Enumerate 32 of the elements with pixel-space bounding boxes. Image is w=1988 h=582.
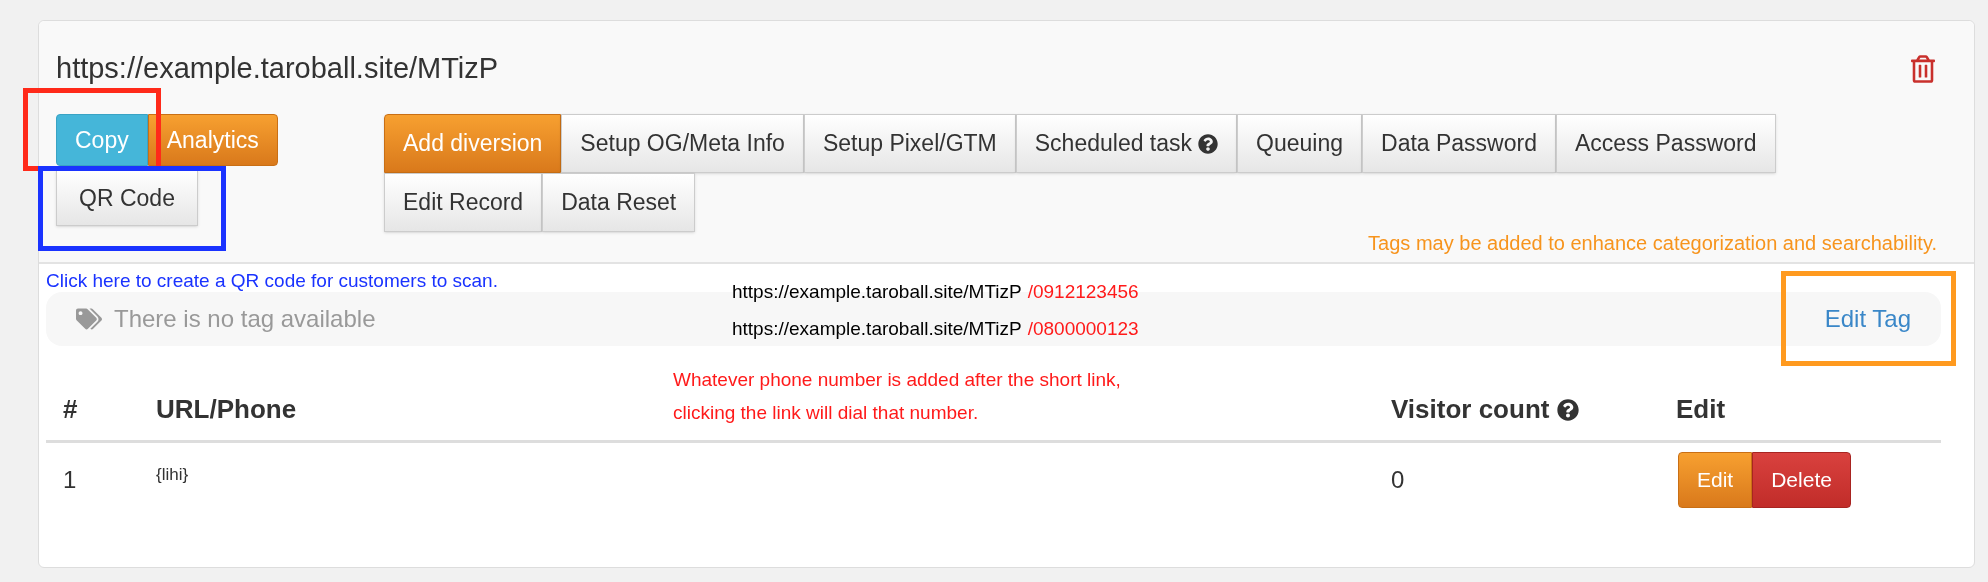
tags-icon: [76, 308, 102, 330]
tool-button[interactable]: Queuing: [1237, 114, 1362, 173]
example-url: https://example.taroball.site/MTizP: [732, 280, 1022, 303]
tool-button[interactable]: Data Reset: [542, 173, 696, 232]
help-icon: [1557, 398, 1580, 421]
example-url: https://example.taroball.site/MTizP: [732, 317, 1022, 340]
tags-hint: Tags may be added to enhance categorization and searchability.: [1368, 231, 1937, 256]
tool-button[interactable]: Data Password: [1362, 114, 1556, 173]
tool-button[interactable]: Access Password: [1556, 114, 1776, 173]
phone-note: Whatever phone number is added after the short link,: [673, 368, 1121, 391]
tool-button[interactable]: Scheduled task: [1015, 114, 1238, 173]
table-cell-text: {lihi}: [156, 464, 189, 487]
help-icon: [1198, 133, 1219, 154]
tool-button[interactable]: Edit Record: [384, 173, 543, 232]
tool-button[interactable]: Setup Pixel/GTM: [803, 114, 1016, 173]
trash-icon[interactable]: [1911, 55, 1935, 83]
short-url-title: https://example.taroball.site/MTizP: [56, 51, 499, 87]
column-header: #: [63, 393, 78, 426]
tool-button[interactable]: Setup OG/Meta Info: [561, 114, 804, 173]
table-cell-text: 0: [1391, 465, 1405, 495]
column-header: Visitor count: [1391, 393, 1550, 426]
column-header: Edit: [1676, 393, 1726, 426]
example-phone-suffix: /0912123456: [1027, 280, 1139, 303]
example-phone-suffix: /0800000123: [1027, 317, 1139, 340]
no-tag-text: There is no tag available: [114, 304, 376, 334]
qr-note: Click here to create a QR code for customers to scan.: [46, 270, 498, 291]
qr-code-button[interactable]: QR Code: [56, 170, 198, 226]
phone-note: clicking the link will dial that number.: [673, 401, 980, 424]
column-header: URL/Phone: [156, 393, 297, 426]
table-cell-text: 1: [63, 465, 77, 495]
delete-button[interactable]: Delete: [1752, 452, 1851, 508]
edit-tag-link[interactable]: Edit Tag: [1824, 301, 1911, 337]
